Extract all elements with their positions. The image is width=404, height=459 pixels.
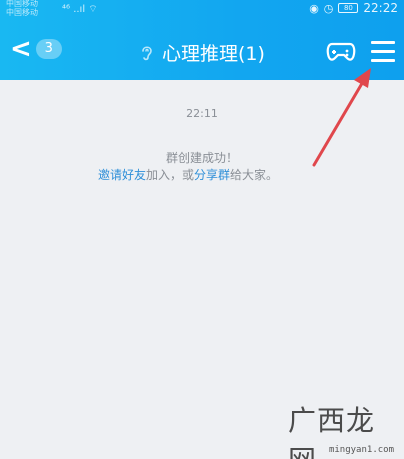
back-button[interactable]: < 3 [10,36,62,62]
system-message-line2: 邀请好友加入，或分享群给大家。 [98,166,278,183]
page-title: 心理推理(1) [162,43,265,65]
status-time: 22:22 [363,1,398,15]
system-text-end: 给大家。 [230,168,279,182]
menu-bar-1 [371,41,395,44]
menu-bar-3 [371,59,395,62]
carrier-2: 中国移动 [6,8,38,17]
header-bar: 中国移动 中国移动 ⁴⁶ ..ıl ⌔ ◉ ◷ 80 22:22 < 3 心理推… [0,0,404,80]
share-group-link[interactable]: 分享群 [194,168,230,182]
back-chevron-icon: < [10,34,32,64]
unread-badge: 3 [35,39,62,59]
alarm-icon: ◷ [323,1,334,15]
gamepad-icon[interactable] [326,40,356,64]
system-message-line1: 群创建成功！ [165,151,238,165]
status-bar: 中国移动 中国移动 ⁴⁶ ..ıl ⌔ ◉ ◷ 80 22:22 [0,0,404,18]
watermark: 广西龙网 mingyan1.com [288,399,398,459]
battery-icon: 80 [338,3,359,13]
carrier-info: 中国移动 中国移动 [6,0,38,18]
system-text-mid: 加入，或 [146,168,195,182]
menu-icon[interactable] [371,41,395,63]
title-bar: < 3 心理推理(1) [0,22,404,80]
watermark-url: mingyan1.com [328,445,394,455]
invite-friends-link[interactable]: 邀请好友 [98,168,146,182]
signal-icon: ⁴⁶ ..ıl ⌔ [62,4,98,15]
title-group: 心理推理(1) [140,39,265,66]
ear-icon [142,45,152,60]
eye-icon: ◉ [309,1,319,15]
chat-timestamp: 22:11 [186,107,218,120]
status-right: ◉ ◷ 80 22:22 [309,1,398,15]
menu-bar-2 [371,50,395,53]
